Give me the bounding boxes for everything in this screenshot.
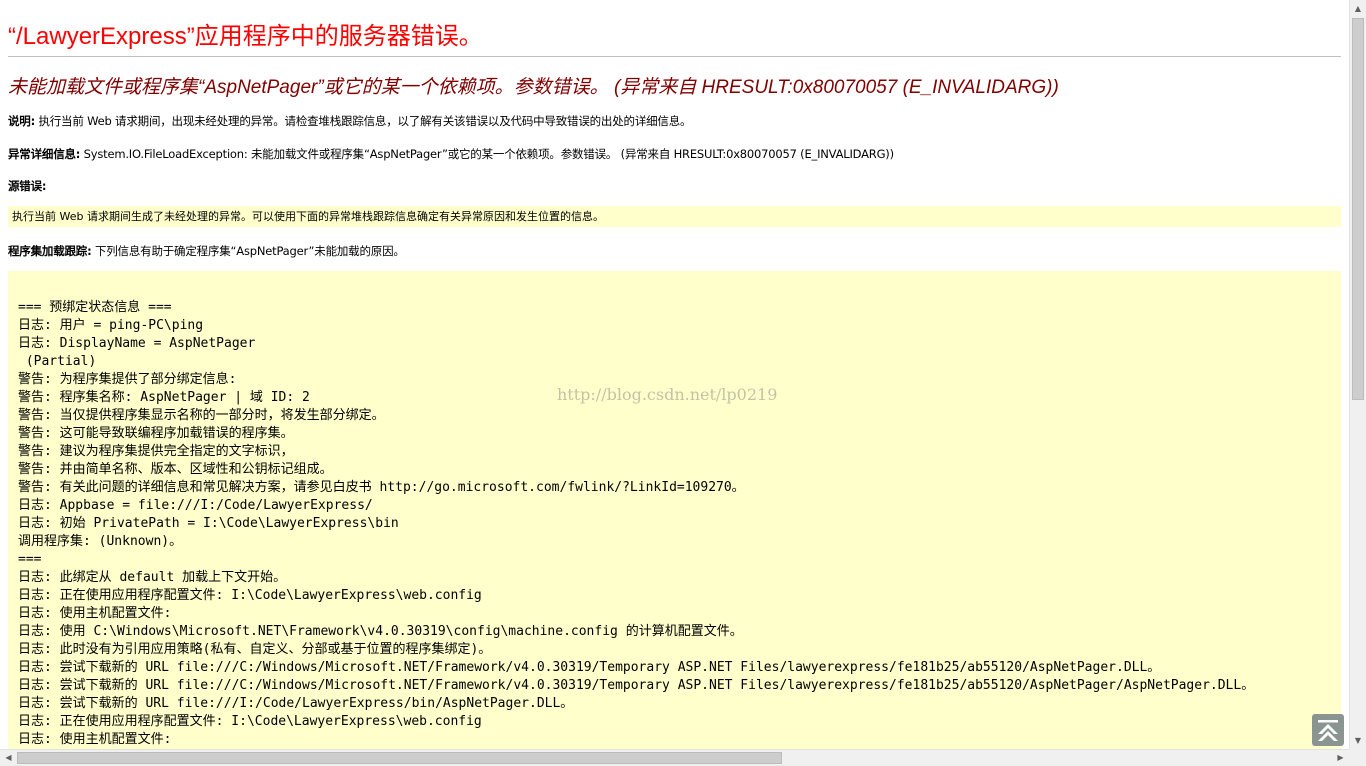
source-error-label: 源错误:: [8, 179, 47, 193]
back-to-top-icon: [1318, 720, 1338, 741]
horizontal-scroll-thumb[interactable]: [17, 752, 782, 764]
scroll-up-arrow-icon[interactable]: ▲: [1350, 0, 1366, 17]
log-line: 警告: 这可能导致联编程序加载错误的程序集。: [18, 426, 294, 441]
log-line: 日志: 使用主机配置文件:: [18, 606, 172, 621]
vertical-scroll-thumb[interactable]: [1352, 18, 1364, 400]
error-title: “/LawyerExpress”应用程序中的服务器错误。: [8, 23, 483, 50]
log-line: === 预绑定状态信息 ===: [18, 300, 172, 315]
log-line: 警告: 并由简单名称、版本、区域性和公钥标记组成。: [18, 462, 333, 477]
log-line: 日志: 使用主机配置文件:: [18, 732, 172, 747]
log-line: (Partial): [18, 354, 97, 369]
vertical-scrollbar[interactable]: ▲ ▼: [1349, 0, 1366, 749]
scrollbar-corner: [1349, 749, 1366, 766]
log-line: 日志: DisplayName = AspNetPager: [18, 336, 256, 351]
description-text: 执行当前 Web 请求期间，出现未经处理的异常。请检查堆栈跟踪信息，以了解有关该…: [35, 114, 692, 128]
log-line: 日志: 正在使用应用程序配置文件: I:\Code\LawyerExpress\…: [18, 588, 482, 603]
scroll-left-arrow-icon[interactable]: ◀: [0, 750, 17, 766]
back-to-top-button[interactable]: [1312, 714, 1344, 746]
error-heading: 未能加载文件或程序集“AspNetPager”或它的某一个依赖项。参数错误。 (…: [8, 77, 1059, 98]
assembly-trace-text: 下列信息有助于确定程序集“AspNetPager”未能加载的原因。: [91, 244, 405, 258]
log-line: 日志: 初始 PrivatePath = I:\Code\LawyerExpre…: [18, 516, 399, 531]
log-line: 日志: 正在使用应用程序配置文件: I:\Code\LawyerExpress\…: [18, 714, 482, 729]
exception-details-text: System.IO.FileLoadException: 未能加载文件或程序集“…: [80, 147, 894, 161]
divider: [8, 56, 1341, 57]
assembly-trace-label: 程序集加载跟踪:: [8, 244, 92, 258]
log-line: 日志: 尝试下载新的 URL file:///C:/Windows/Micros…: [18, 660, 1161, 675]
log-line: 日志: Appbase = file:///I:/Code/LawyerExpr…: [18, 498, 373, 513]
log-line: 日志: 尝试下载新的 URL file:///I:/Code/LawyerExp…: [18, 696, 574, 711]
scroll-right-arrow-icon[interactable]: ▶: [1332, 750, 1349, 766]
watermark: http://blog.csdn.net/lp0219: [557, 385, 778, 404]
log-line: ===: [18, 552, 42, 567]
log-line: 日志: 此时没有为引用应用策略(私有、自定义、分部或基于位置的程序集绑定)。: [18, 642, 492, 657]
error-page: “/LawyerExpress”应用程序中的服务器错误。 未能加载文件或程序集“…: [0, 0, 1349, 749]
log-line: 日志: 用户 = ping-PC\ping: [18, 318, 204, 333]
description-section: 说明: 执行当前 Web 请求期间，出现未经处理的异常。请检查堆栈跟踪信息，以了…: [8, 113, 1341, 129]
source-error-box: 执行当前 Web 请求期间生成了未经处理的异常。可以使用下面的异常堆栈跟踪信息确…: [8, 206, 1341, 227]
page-viewport: “/LawyerExpress”应用程序中的服务器错误。 未能加载文件或程序集“…: [0, 0, 1349, 749]
log-line: 警告: 有关此问题的详细信息和常见解决方案，请参见白皮书 http://go.m…: [18, 480, 745, 495]
log-line: 日志: 此绑定从 default 加载上下文开始。: [18, 570, 287, 585]
log-line: 日志: 使用 C:\Windows\Microsoft.NET\Framewor…: [18, 624, 743, 639]
exception-details-section: 异常详细信息: System.IO.FileLoadException: 未能加…: [8, 146, 1341, 162]
assembly-log-box: === 预绑定状态信息 === 日志: 用户 = ping-PC\ping 日志: …: [8, 271, 1341, 749]
source-error-section: 源错误:: [8, 178, 1341, 194]
log-lines: === 预绑定状态信息 === 日志: 用户 = ping-PC\ping 日志: …: [18, 299, 1331, 749]
horizontal-scrollbar[interactable]: ◀ ▶: [0, 749, 1349, 766]
description-label: 说明:: [8, 114, 35, 128]
assembly-trace-section: 程序集加载跟踪: 下列信息有助于确定程序集“AspNetPager”未能加载的原…: [8, 243, 1341, 259]
exception-details-label: 异常详细信息:: [8, 147, 81, 161]
log-line: 调用程序集: (Unknown)。: [18, 534, 183, 549]
log-line: 警告: 当仅提供程序集显示名称的一部分时，将发生部分绑定。: [18, 408, 385, 423]
log-line: 警告: 建议为程序集提供完全指定的文字标识，: [18, 444, 294, 459]
log-line: 日志: 尝试下载新的 URL file:///C:/Windows/Micros…: [18, 678, 1255, 693]
scroll-down-arrow-icon[interactable]: ▼: [1350, 732, 1366, 749]
